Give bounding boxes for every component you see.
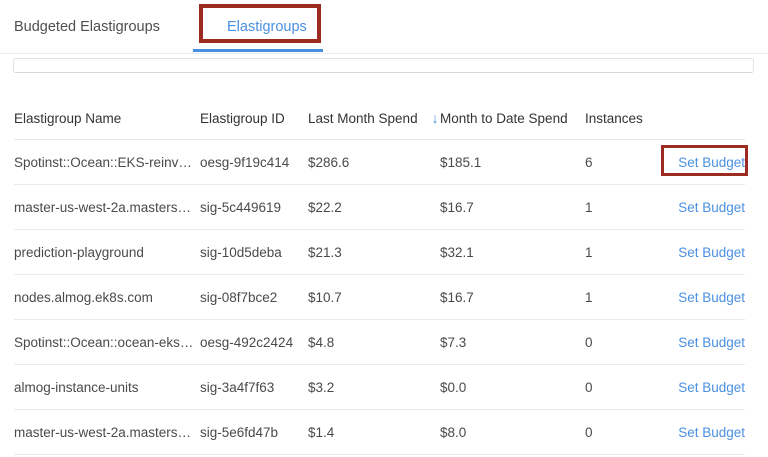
cell-instances: 1	[585, 290, 670, 305]
cell-elastigroup-id: sig-10d5deba	[200, 245, 308, 260]
cell-month-to-date-spend: $16.7	[440, 290, 585, 305]
table-row: Spotinst::Ocean::EKS-reinv… oesg-9f19c41…	[14, 140, 745, 185]
cell-elastigroup-name: Spotinst::Ocean::ocean-eks…	[14, 335, 200, 350]
cell-elastigroup-id: sig-5e6fd47b	[200, 425, 308, 440]
cell-month-to-date-spend: $32.1	[440, 245, 585, 260]
tabs-divider	[0, 53, 768, 54]
cell-elastigroup-name: Spotinst::Ocean::EKS-reinv…	[14, 155, 200, 170]
cell-elastigroup-name: nodes.almog.ek8s.com	[14, 290, 200, 305]
cell-elastigroup-id: sig-08f7bce2	[200, 290, 308, 305]
set-budget-link[interactable]: Set Budget	[678, 380, 745, 395]
cell-elastigroup-id: sig-3a4f7f63	[200, 380, 308, 395]
cell-elastigroup-id: oesg-9f19c414	[200, 155, 308, 170]
cell-elastigroup-name: master-us-west-2a.masters…	[14, 425, 200, 440]
column-header-instances[interactable]: Instances	[585, 111, 670, 126]
column-header-last-month-spend[interactable]: Last Month Spend ↓	[308, 110, 440, 126]
cell-instances: 0	[585, 335, 670, 350]
cell-month-to-date-spend: $8.0	[440, 425, 585, 440]
set-budget-link[interactable]: Set Budget	[678, 155, 745, 170]
last-month-spend-label: Last Month Spend	[308, 111, 418, 126]
cell-month-to-date-spend: $185.1	[440, 155, 585, 170]
cell-elastigroup-name: almog-instance-units	[14, 380, 200, 395]
column-header-month-to-date-spend[interactable]: Month to Date Spend	[440, 111, 585, 126]
cell-elastigroup-id: oesg-492c2424	[200, 335, 308, 350]
cell-month-to-date-spend: $7.3	[440, 335, 585, 350]
cell-elastigroup-name: prediction-playground	[14, 245, 200, 260]
cell-elastigroup-id: sig-5c449619	[200, 200, 308, 215]
sort-descending-icon: ↓	[432, 110, 439, 126]
set-budget-link[interactable]: Set Budget	[678, 200, 745, 215]
cell-instances: 0	[585, 380, 670, 395]
cell-month-to-date-spend: $0.0	[440, 380, 585, 395]
table-header-row: Elastigroup Name Elastigroup ID Last Mon…	[14, 97, 745, 140]
cell-last-month-spend: $4.8	[308, 335, 440, 350]
tab-budgeted-elastigroups[interactable]: Budgeted Elastigroups	[14, 19, 160, 36]
set-budget-link[interactable]: Set Budget	[678, 425, 745, 440]
table-row: prediction-playground sig-10d5deba $21.3…	[14, 230, 745, 275]
tabs-bar: Budgeted Elastigroups Elastigroups	[0, 0, 768, 53]
cell-last-month-spend: $10.7	[308, 290, 440, 305]
column-header-elastigroup-name[interactable]: Elastigroup Name	[14, 111, 200, 126]
cell-last-month-spend: $21.3	[308, 245, 440, 260]
table-row: master-us-west-2a.masters… sig-5c449619 …	[14, 185, 745, 230]
cell-instances: 1	[585, 200, 670, 215]
table-row: nodes.almog.ek8s.com sig-08f7bce2 $10.7 …	[14, 275, 745, 320]
cell-last-month-spend: $3.2	[308, 380, 440, 395]
elastigroups-page: Budgeted Elastigroups Elastigroups Elast…	[0, 0, 768, 457]
set-budget-link[interactable]: Set Budget	[678, 335, 745, 350]
elastigroups-table: Elastigroup Name Elastigroup ID Last Mon…	[14, 97, 745, 455]
cell-month-to-date-spend: $16.7	[440, 200, 585, 215]
filter-bar[interactable]	[13, 58, 754, 73]
set-budget-link[interactable]: Set Budget	[678, 245, 745, 260]
cell-instances: 1	[585, 245, 670, 260]
active-tab-underline	[193, 49, 323, 52]
cell-elastigroup-name: master-us-west-2a.masters…	[14, 200, 200, 215]
tab-elastigroups[interactable]: Elastigroups	[227, 19, 307, 36]
column-header-elastigroup-id[interactable]: Elastigroup ID	[200, 111, 308, 126]
cell-last-month-spend: $1.4	[308, 425, 440, 440]
cell-last-month-spend: $22.2	[308, 200, 440, 215]
table-row: master-us-west-2a.masters… sig-5e6fd47b …	[14, 410, 745, 455]
cell-instances: 0	[585, 425, 670, 440]
cell-instances: 6	[585, 155, 670, 170]
cell-last-month-spend: $286.6	[308, 155, 440, 170]
table-row: Spotinst::Ocean::ocean-eks… oesg-492c242…	[14, 320, 745, 365]
table-row: almog-instance-units sig-3a4f7f63 $3.2 $…	[14, 365, 745, 410]
set-budget-link[interactable]: Set Budget	[678, 290, 745, 305]
